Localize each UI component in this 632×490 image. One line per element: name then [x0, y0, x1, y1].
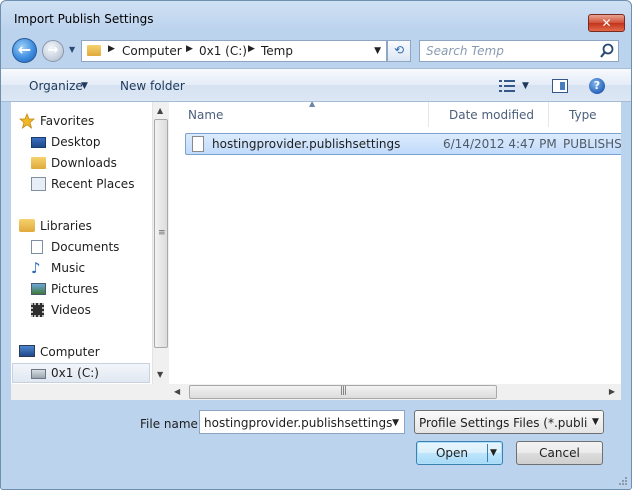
- file-type-select[interactable]: Profile Settings Files (*.publishs ▼: [414, 410, 604, 434]
- sidebar-item-label: 0x1 (C:): [51, 366, 99, 380]
- column-label: Date modified: [449, 108, 535, 122]
- file-date: 6/14/2012 4:47 PM: [443, 137, 557, 151]
- breadcrumb-temp[interactable]: Temp: [261, 44, 293, 58]
- drive-icon: [31, 369, 46, 379]
- organize-button[interactable]: Organize: [29, 79, 83, 93]
- back-button[interactable]: ←: [12, 38, 37, 63]
- open-button[interactable]: Open ▼: [416, 441, 503, 465]
- close-icon: ✕: [601, 16, 612, 30]
- navigation-vertical-scrollbar[interactable]: ▲ ≡ ▼: [152, 102, 169, 384]
- star-icon: [19, 113, 35, 129]
- file-name-dropdown-icon[interactable]: ▼: [392, 418, 399, 428]
- scrollbar-thumb[interactable]: |||: [189, 385, 497, 399]
- sidebar-item-label: Music: [51, 261, 86, 275]
- file-name-label: File name:: [140, 417, 202, 431]
- file-type: PUBLISHS: [563, 137, 621, 151]
- split-divider: [487, 444, 488, 462]
- organize-dropdown-icon[interactable]: ▼: [81, 81, 88, 91]
- sidebar-item-label: Recent Places: [51, 177, 135, 191]
- search-input[interactable]: Search Temp: [419, 40, 619, 62]
- nav-group-label: Favorites: [40, 114, 95, 128]
- forward-button[interactable]: →: [42, 40, 64, 62]
- views-dropdown-icon[interactable]: ▼: [522, 81, 529, 91]
- column-header-type[interactable]: Type: [549, 102, 621, 127]
- computer-icon: [19, 345, 35, 357]
- breadcrumb[interactable]: ▶ Computer ▶ 0x1 (C:) ▶ Temp ▼: [81, 40, 387, 62]
- grip-icon: ≡: [158, 228, 165, 238]
- dialog-footer: File name: hostingprovider.publishsettin…: [1, 400, 631, 489]
- sidebar-item-label: Downloads: [51, 156, 117, 170]
- file-icon: [192, 136, 204, 152]
- address-dropdown-icon[interactable]: ▼: [374, 46, 381, 56]
- sidebar-item-label: Pictures: [51, 282, 99, 296]
- documents-icon: [31, 240, 43, 254]
- column-header-name[interactable]: ▲ Name: [169, 102, 429, 127]
- nav-group-label: Libraries: [40, 219, 92, 233]
- videos-icon: [31, 303, 44, 317]
- column-header-date[interactable]: Date modified: [429, 102, 549, 127]
- back-arrow-icon: ←: [17, 40, 32, 59]
- file-list-horizontal-scrollbar[interactable]: ◀ ||| ▶: [169, 384, 621, 400]
- file-name: hostingprovider.publishsettings: [212, 137, 401, 151]
- nav-pane-footer: [11, 384, 169, 400]
- file-name-field[interactable]: hostingprovider.publishsettings ▼: [199, 410, 405, 434]
- open-dropdown-icon[interactable]: ▼: [490, 442, 497, 464]
- content-area: Favorites Desktop Downloads Recent Place…: [11, 102, 621, 400]
- help-icon[interactable]: ?: [589, 78, 605, 94]
- chevron-down-icon[interactable]: ▼: [588, 411, 603, 433]
- close-button[interactable]: ✕: [588, 14, 625, 32]
- refresh-icon: ⟲: [393, 43, 405, 57]
- breadcrumb-separator-icon[interactable]: ▶: [186, 44, 193, 54]
- breadcrumb-drive[interactable]: 0x1 (C:): [199, 44, 247, 58]
- scroll-up-icon[interactable]: ▲: [157, 106, 163, 115]
- libraries-icon: [19, 219, 35, 232]
- desktop-icon: [31, 137, 46, 148]
- file-name-value: hostingprovider.publishsettings: [204, 416, 393, 430]
- file-row[interactable]: hostingprovider.publishsettings 6/14/201…: [185, 133, 621, 155]
- file-type-value: Profile Settings Files (*.publishs: [419, 416, 604, 430]
- scroll-left-icon[interactable]: ◀: [174, 387, 180, 396]
- new-folder-button[interactable]: New folder: [120, 79, 185, 93]
- breadcrumb-computer[interactable]: Computer: [122, 44, 182, 58]
- music-icon: ♪: [31, 259, 41, 277]
- address-bar: ← → ▼ ▶ Computer ▶ 0x1 (C:) ▶ Temp ▼ ⟲ S…: [1, 35, 631, 65]
- preview-pane-icon[interactable]: [552, 79, 568, 93]
- navigation-pane: Favorites Desktop Downloads Recent Place…: [11, 102, 151, 384]
- command-toolbar: Organize ▼ New folder ▼ ?: [1, 68, 631, 102]
- nav-group-label: Computer: [40, 345, 100, 359]
- resize-grip-icon[interactable]: [617, 475, 628, 486]
- file-list: ▲ Name Date modified Type hostingprovide…: [169, 102, 621, 384]
- change-view-icon[interactable]: [499, 80, 515, 92]
- breadcrumb-separator-icon[interactable]: ▶: [248, 44, 255, 54]
- sidebar-item-label: Desktop: [51, 135, 101, 149]
- window-title: Import Publish Settings: [14, 12, 154, 26]
- grip-icon: |||: [340, 386, 347, 396]
- cancel-button-label: Cancel: [539, 446, 580, 460]
- recent-pages-dropdown[interactable]: ▼: [69, 45, 75, 54]
- search-icon[interactable]: [599, 42, 615, 60]
- folder-icon: [87, 45, 101, 56]
- scroll-down-icon[interactable]: ▼: [157, 370, 163, 379]
- downloads-icon: [31, 157, 46, 169]
- sidebar-item-label: Documents: [51, 240, 120, 254]
- refresh-button[interactable]: ⟲: [387, 40, 411, 62]
- pictures-icon: [31, 283, 46, 295]
- sidebar-item-label: Videos: [51, 303, 91, 317]
- column-label: Name: [188, 108, 224, 122]
- open-button-label: Open: [435, 446, 469, 460]
- recent-places-icon: [31, 177, 46, 191]
- import-publish-settings-dialog: Import Publish Settings ✕ ← → ▼ ▶ Comput…: [0, 0, 632, 490]
- breadcrumb-separator-icon[interactable]: ▶: [108, 44, 115, 54]
- sort-ascending-icon: ▲: [309, 102, 316, 108]
- column-label: Type: [569, 108, 597, 122]
- forward-arrow-icon: →: [47, 43, 59, 58]
- scroll-right-icon[interactable]: ▶: [609, 387, 615, 396]
- title-bar: Import Publish Settings ✕: [1, 1, 631, 32]
- search-placeholder: Search Temp: [426, 44, 504, 58]
- cancel-button[interactable]: Cancel: [516, 441, 603, 465]
- scrollbar-thumb[interactable]: ≡: [154, 119, 168, 348]
